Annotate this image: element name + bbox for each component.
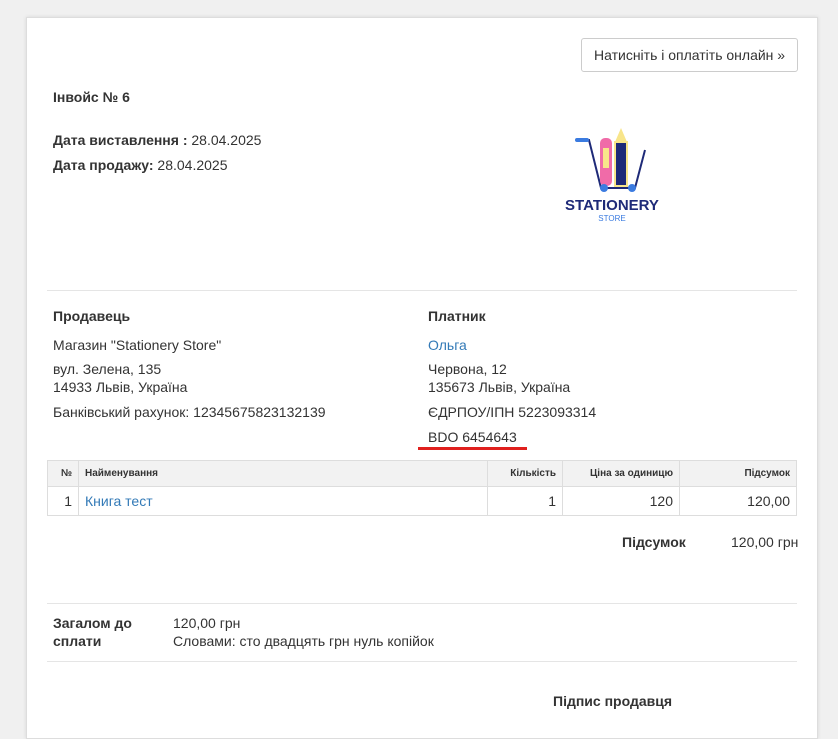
sale-date: Дата продажу: 28.04.2025 (53, 157, 228, 173)
store-logo: STATIONERY STORE (557, 126, 667, 223)
logo-name: STATIONERY (565, 197, 659, 214)
logo-sub: STORE (598, 214, 626, 223)
signature-label: Підпис продавця (553, 693, 673, 709)
bdo-number: BDO 6454643 (418, 429, 527, 450)
divider (47, 603, 797, 604)
divider (47, 661, 797, 662)
issue-date: Дата виставлення : 28.04.2025 (53, 132, 262, 148)
payer-name-link[interactable]: Ольга (428, 337, 467, 353)
pay-online-button[interactable]: Натисніть і оплатіть онлайн » (581, 38, 799, 72)
invoice-card: Натисніть і оплатіть онлайн » Інвойс № 6… (26, 17, 818, 739)
subtotal-value: 120,00 грн (731, 534, 799, 550)
items-table: № Найменування Кількість Ціна за одиницю Під… (47, 460, 797, 516)
subtotal-label: Підсумок (622, 534, 686, 550)
divider (47, 290, 797, 291)
invoice-title: Інвойс № 6 (53, 89, 130, 105)
payer-block: Платник Ольга Червона, 12 135673 Львів, У… (418, 307, 596, 450)
total-block: 120,00 грн Словами: сто двадцять грн нуль… (173, 615, 434, 649)
table-row: 1 Книга тест 1 120 120,00 (47, 486, 797, 516)
total-label: Загалом до сплати (53, 615, 132, 649)
item-link[interactable]: Книга тест (85, 493, 153, 509)
cart-pencils-icon (575, 128, 646, 192)
seller-block: Продавець Магазин "Stationery Store" вул… (53, 308, 326, 420)
